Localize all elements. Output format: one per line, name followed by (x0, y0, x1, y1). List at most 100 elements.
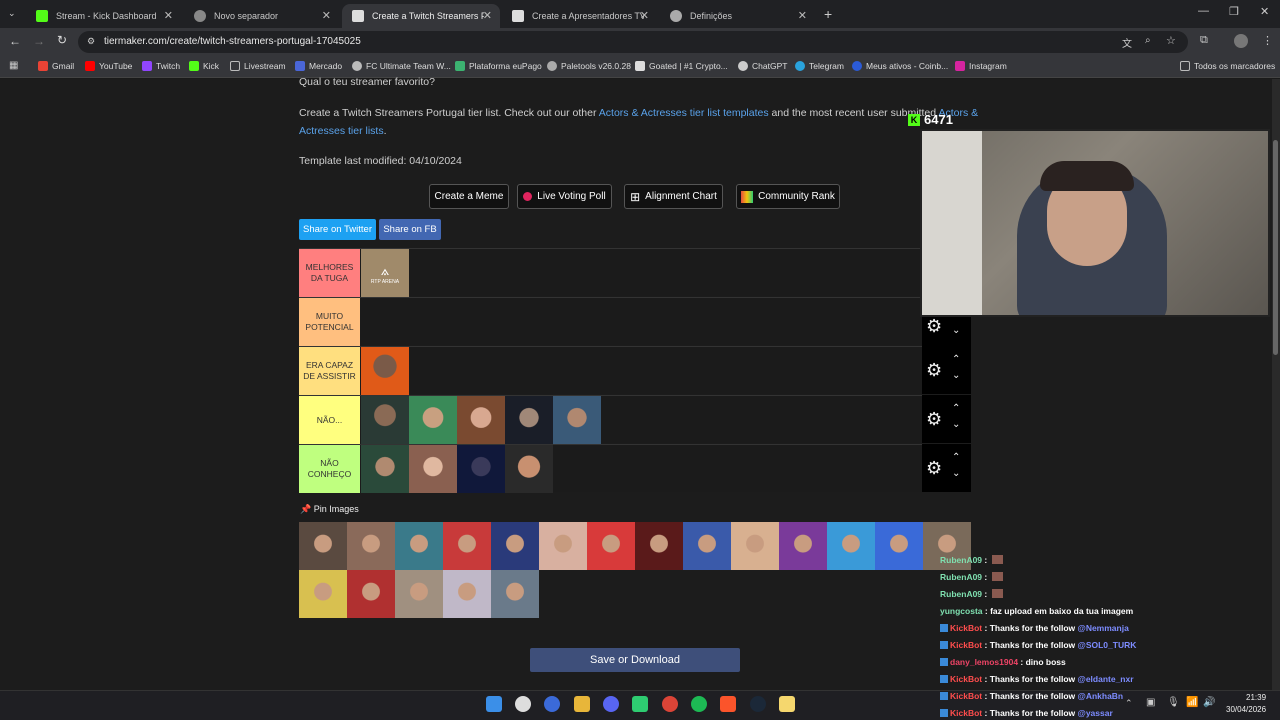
tier-label[interactable]: MUITO POTENCIAL (299, 298, 360, 346)
tier-image[interactable] (505, 396, 553, 444)
pool-image[interactable] (443, 522, 491, 570)
bookmark-mercado[interactable]: Mercado (295, 61, 342, 71)
bookmark-chatgpt[interactable]: ChatGPT (738, 61, 787, 71)
pool-image[interactable] (875, 522, 923, 570)
menu-icon[interactable]: ⋮ (1262, 34, 1273, 47)
url-text[interactable]: tiermaker.com/create/twitch-streamers-po… (104, 36, 361, 47)
pool-image[interactable] (299, 570, 347, 618)
forward-icon[interactable]: → (33, 34, 45, 48)
notes-icon[interactable] (779, 696, 795, 712)
wifi-icon[interactable]: 📶 (1186, 697, 1198, 708)
bookmark-youtube[interactable]: YouTube (85, 61, 132, 71)
save-download-button[interactable]: Save or Download (530, 648, 740, 672)
pool-image[interactable] (299, 522, 347, 570)
bookmark-goated[interactable]: Goated | #1 Crypto... (635, 61, 728, 71)
system-clock[interactable]: 21:39 30/04/2026 (1226, 692, 1266, 716)
bookmark-twitch[interactable]: Twitch (142, 61, 180, 71)
chat-username[interactable]: RubenA09 (940, 572, 982, 582)
tab-search-chevron-icon[interactable]: ⌄ (8, 8, 16, 19)
tier-image[interactable] (409, 445, 457, 493)
tier-label[interactable]: NÃO CONHEÇO (299, 445, 360, 493)
restore-icon[interactable]: ❐ (1229, 5, 1239, 18)
pool-image[interactable] (731, 522, 779, 570)
chevron-down-icon[interactable]: ⌄ (952, 325, 960, 336)
pool-image[interactable] (635, 522, 683, 570)
chevron-down-icon[interactable]: ⌄ (952, 468, 960, 479)
profile-avatar[interactable] (1234, 34, 1248, 48)
chat-mention[interactable]: @SOL0_TURK (1078, 640, 1137, 650)
app-icon[interactable] (632, 696, 648, 712)
chevron-down-icon[interactable]: ⌄ (952, 370, 960, 381)
create-meme-button[interactable]: Create a Meme (429, 184, 509, 209)
edge-icon[interactable] (544, 696, 560, 712)
close-tab-icon[interactable]: ✕ (798, 9, 807, 22)
scrollbar-thumb[interactable] (1273, 140, 1278, 355)
pool-image[interactable] (395, 522, 443, 570)
tab-kick-dashboard[interactable]: Stream - Kick Dashboard ✕ (26, 4, 181, 28)
chat-username[interactable]: yungcosta (940, 606, 983, 616)
chat-username[interactable]: KickBot (950, 691, 982, 701)
bookmark-paletools[interactable]: Paletools v26.0.28 (547, 61, 631, 71)
gear-icon[interactable]: ⚙ (926, 458, 942, 479)
chat-username[interactable]: RubenA09 (940, 555, 982, 565)
pool-image[interactable] (443, 570, 491, 618)
chevron-down-icon[interactable]: ⌄ (952, 419, 960, 430)
apps-grid-icon[interactable]: ▦ (9, 60, 18, 71)
brave-icon[interactable] (720, 696, 736, 712)
tab-settings[interactable]: Definições ✕ (660, 4, 815, 28)
chat-mention[interactable]: @yassar (1078, 708, 1113, 718)
tier-image[interactable] (553, 396, 601, 444)
bookmark-livestream[interactable]: Livestream (230, 61, 286, 71)
pool-image[interactable] (683, 522, 731, 570)
tray-overflow-icon[interactable]: ⌃ (1125, 698, 1133, 709)
reload-icon[interactable]: ↻ (57, 33, 67, 47)
tab-new-tab[interactable]: Novo separador ✕ (184, 4, 339, 28)
chat-username[interactable]: KickBot (950, 708, 982, 718)
gear-icon[interactable]: ⚙ (926, 360, 942, 381)
gear-icon[interactable]: ⚙ (926, 316, 942, 337)
chevron-up-icon[interactable]: ⌃ (952, 403, 960, 414)
tier-image-rtp-arena[interactable]: ⟑ RTP ARENA (361, 249, 409, 297)
live-voting-poll-button[interactable]: Live Voting Poll (517, 184, 612, 209)
chat-username[interactable]: RubenA09 (940, 589, 982, 599)
windows-start-icon[interactable] (486, 696, 502, 712)
tab-apresentadores[interactable]: Create a Apresentadores TV Po ✕ (502, 4, 657, 28)
volume-icon[interactable]: 🔊 (1203, 697, 1215, 708)
tier-label[interactable]: ERA CAPAZ DE ASSISTIR (299, 347, 360, 395)
chevron-up-icon[interactable]: ⌃ (952, 452, 960, 463)
bookmark-eupago[interactable]: Plataforma euPago (455, 61, 542, 71)
pool-image[interactable] (539, 522, 587, 570)
tier-label[interactable]: NÃO... (299, 396, 360, 444)
translate-icon[interactable]: 文 (1122, 35, 1132, 50)
pool-image[interactable] (395, 570, 443, 618)
bookmark-telegram[interactable]: Telegram (795, 61, 844, 71)
bookmark-star-icon[interactable]: ☆ (1166, 34, 1176, 47)
bookmark-instagram[interactable]: Instagram (955, 61, 1007, 71)
pin-images-toggle[interactable]: 📌 Pin Images (300, 504, 359, 515)
file-explorer-icon[interactable] (574, 696, 590, 712)
tray-app-icon[interactable]: ▣ (1146, 697, 1155, 708)
bookmark-kick[interactable]: Kick (189, 61, 219, 71)
pool-image[interactable] (587, 522, 635, 570)
close-tab-icon[interactable]: ✕ (483, 9, 492, 22)
share-fb-button[interactable]: Share on FB (379, 219, 441, 240)
chat-username[interactable]: dany_lemos1904 (950, 657, 1018, 667)
pool-image[interactable] (491, 522, 539, 570)
tier-image[interactable] (505, 445, 553, 493)
chevron-up-icon[interactable]: ⌃ (952, 354, 960, 365)
steam-icon[interactable] (750, 696, 766, 712)
bookmark-fc-ultimate[interactable]: FC Ultimate Team W... (352, 61, 451, 71)
chat-mention[interactable]: @AnkhaBn (1078, 691, 1124, 701)
close-window-icon[interactable]: ✕ (1260, 5, 1269, 18)
microphone-icon[interactable]: 🎙 (1167, 697, 1180, 708)
tab-tiermaker-active[interactable]: Create a Twitch Streamers Portu ✕ (342, 4, 500, 28)
pool-image[interactable] (827, 522, 875, 570)
bookmark-coinbase[interactable]: Meus ativos - Coinb... (852, 61, 948, 71)
pool-image[interactable] (347, 570, 395, 618)
site-info-icon[interactable]: ⚙ (87, 36, 95, 47)
pool-image[interactable] (779, 522, 827, 570)
pool-image[interactable] (491, 570, 539, 618)
close-tab-icon[interactable]: ✕ (640, 9, 649, 22)
search-icon[interactable] (515, 696, 531, 712)
discord-icon[interactable] (603, 696, 619, 712)
